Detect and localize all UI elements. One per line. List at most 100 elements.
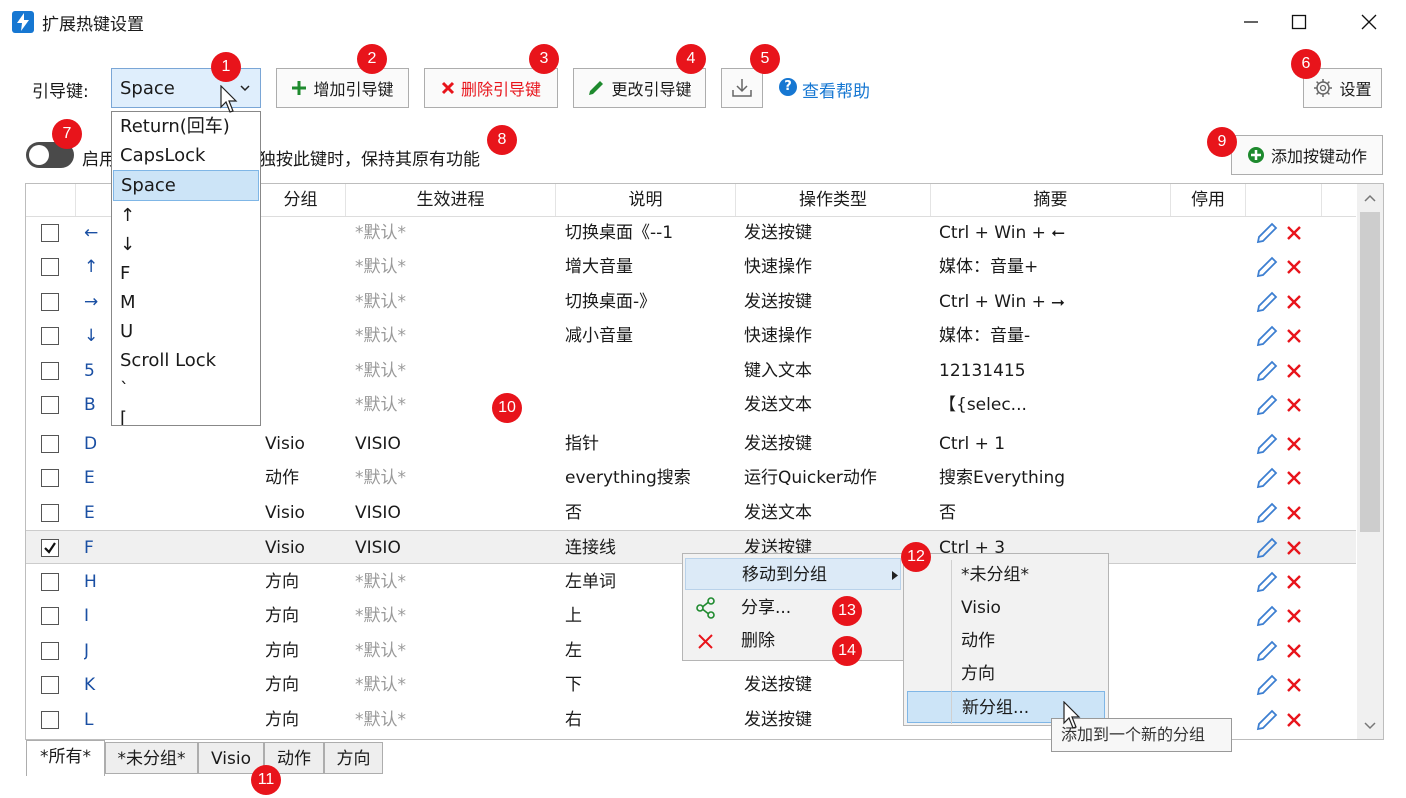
cell-group: 方向 — [265, 710, 299, 730]
delete-row-icon[interactable] — [1286, 319, 1308, 353]
row-checkbox[interactable] — [41, 539, 59, 557]
table-row[interactable]: K 方向 *默认* 下发送按键 — [26, 668, 1356, 702]
edit-pencil-icon[interactable] — [1256, 216, 1280, 250]
pencil-icon — [1256, 709, 1278, 731]
submenu-item-action[interactable]: 动作 — [907, 625, 1105, 657]
dropdown-option[interactable]: Return(回车) — [112, 112, 260, 141]
edit-pencil-icon[interactable] — [1256, 496, 1280, 530]
delete-row-icon[interactable] — [1286, 599, 1308, 633]
table-row[interactable]: D Visio VISIO 指针 发送按键 Ctrl + 1 — [26, 427, 1356, 461]
delete-row-icon[interactable] — [1286, 634, 1308, 668]
delete-row-icon[interactable] — [1286, 461, 1308, 495]
row-checkbox[interactable] — [41, 469, 59, 487]
menu-item-share[interactable]: 分享... — [685, 592, 901, 624]
row-checkbox[interactable] — [41, 573, 59, 591]
close-button[interactable] — [1346, 0, 1392, 44]
delete-row-icon[interactable] — [1286, 388, 1308, 422]
dropdown-option[interactable]: [ — [112, 404, 260, 425]
header-process[interactable]: 生效进程 — [346, 184, 556, 216]
delete-row-icon[interactable] — [1286, 285, 1308, 319]
dropdown-option[interactable]: ↑ — [112, 201, 260, 230]
dropdown-option[interactable]: Space — [113, 170, 259, 201]
delete-row-icon[interactable] — [1286, 565, 1308, 599]
dropdown-option[interactable]: CapsLock — [112, 141, 260, 170]
leader-key-dropdown[interactable]: Return(回车) CapsLock Space ↑ ↓ F M U Scroll Lock `… — [111, 111, 261, 426]
add-leader-key-button[interactable]: 增加引导键 — [276, 68, 409, 108]
menu-item-delete[interactable]: 删除 — [685, 625, 901, 657]
edit-pencil-icon[interactable] — [1256, 599, 1280, 633]
dropdown-option[interactable]: M — [112, 288, 260, 317]
dropdown-option[interactable]: Scroll Lock — [112, 346, 260, 375]
delete-row-icon[interactable] — [1286, 216, 1308, 250]
scroll-down-icon[interactable] — [1364, 722, 1376, 730]
delete-row-icon[interactable] — [1286, 496, 1308, 530]
edit-pencil-icon[interactable] — [1256, 461, 1280, 495]
row-checkbox[interactable] — [41, 258, 59, 276]
edit-pencil-icon[interactable] — [1256, 285, 1280, 319]
delete-row-icon[interactable] — [1286, 250, 1308, 284]
row-checkbox[interactable] — [41, 642, 59, 660]
dropdown-option[interactable]: ` — [112, 375, 260, 404]
row-checkbox[interactable] — [41, 435, 59, 453]
delete-row-icon[interactable] — [1286, 427, 1308, 461]
menu-item-move-to-group[interactable]: 移动到分组 — [685, 558, 901, 590]
edit-pencil-icon[interactable] — [1256, 354, 1280, 388]
row-checkbox[interactable] — [41, 504, 59, 522]
row-checkbox[interactable] — [41, 293, 59, 311]
minimize-button[interactable] — [1228, 0, 1274, 44]
pencil-icon — [1256, 256, 1278, 278]
scroll-up-icon[interactable] — [1364, 194, 1376, 202]
download-tray-icon — [732, 79, 752, 97]
help-link[interactable]: 查看帮助 — [802, 77, 870, 102]
edit-pencil-icon[interactable] — [1256, 427, 1280, 461]
header-summary[interactable]: 摘要 — [931, 184, 1171, 216]
row-checkbox[interactable] — [41, 224, 59, 242]
row-checkbox[interactable] — [41, 362, 59, 380]
header-disable[interactable]: 停用 — [1171, 184, 1246, 216]
submenu-item-ungrouped[interactable]: *未分组* — [907, 559, 1105, 591]
dropdown-option[interactable]: U — [112, 317, 260, 346]
edit-pencil-icon[interactable] — [1256, 388, 1280, 422]
table-row[interactable]: E Visio VISIO 否 发送文本 否 — [26, 496, 1356, 530]
import-button[interactable] — [721, 68, 763, 108]
row-checkbox[interactable] — [41, 676, 59, 694]
delete-row-icon[interactable] — [1286, 668, 1308, 702]
cell-process: *默认* — [355, 257, 406, 277]
delete-row-icon[interactable] — [1286, 354, 1308, 388]
table-row[interactable]: E 动作 *默认* everything搜索 运行Quicker动作 搜索Everythi… — [26, 461, 1356, 495]
tab-all[interactable]: *所有* — [26, 740, 105, 776]
row-checkbox[interactable] — [41, 607, 59, 625]
edit-pencil-icon[interactable] — [1256, 703, 1280, 737]
dropdown-option[interactable]: ↓ — [112, 230, 260, 259]
header-description[interactable]: 说明 — [556, 184, 736, 216]
tab-ungrouped[interactable]: *未分组* — [105, 742, 198, 774]
vertical-scrollbar[interactable] — [1357, 184, 1383, 739]
header-group[interactable]: 分组 — [256, 184, 346, 216]
delete-row-icon[interactable] — [1286, 531, 1308, 565]
submenu-item-visio[interactable]: Visio — [907, 592, 1105, 624]
scrollbar-thumb[interactable] — [1360, 212, 1380, 532]
edit-pencil-icon[interactable] — [1256, 668, 1280, 702]
delete-row-icon[interactable] — [1286, 703, 1308, 737]
help-icon[interactable]: ? — [779, 78, 797, 96]
add-key-action-button[interactable]: 添加按键动作 — [1231, 135, 1383, 175]
dropdown-option[interactable]: F — [112, 259, 260, 288]
edit-pencil-icon[interactable] — [1256, 250, 1280, 284]
edit-pencil-icon[interactable] — [1256, 634, 1280, 668]
header-action-type[interactable]: 操作类型 — [736, 184, 931, 216]
edit-pencil-icon[interactable] — [1256, 565, 1280, 599]
row-checkbox[interactable] — [41, 711, 59, 729]
delete-x-icon — [1287, 713, 1301, 727]
tab-direction[interactable]: 方向 — [324, 742, 383, 774]
delete-leader-key-button[interactable]: 删除引导键 — [424, 68, 558, 108]
annotation-badge: 2 — [357, 44, 387, 74]
submenu-item-direction[interactable]: 方向 — [907, 658, 1105, 690]
row-checkbox[interactable] — [41, 396, 59, 414]
row-checkbox[interactable] — [41, 327, 59, 345]
annotation-badge: 1 — [211, 52, 241, 82]
edit-pencil-icon[interactable] — [1256, 531, 1280, 565]
edit-pencil-icon[interactable] — [1256, 319, 1280, 353]
maximize-button[interactable] — [1276, 0, 1322, 44]
change-leader-key-button[interactable]: 更改引导键 — [573, 68, 706, 108]
annotation-badge: 14 — [832, 636, 862, 666]
